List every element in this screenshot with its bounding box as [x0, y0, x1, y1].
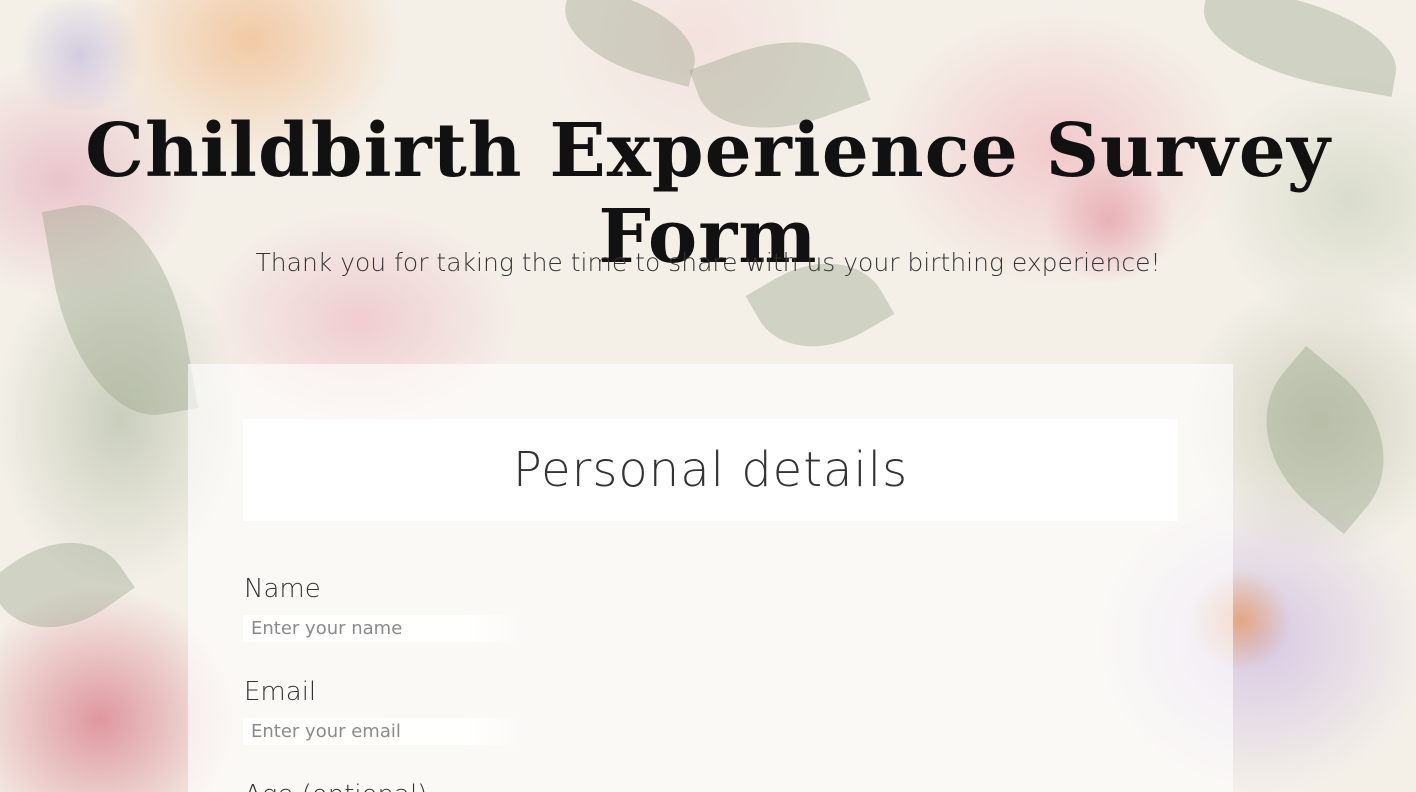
name-label: Name: [244, 574, 321, 604]
email-label: Email: [244, 677, 317, 707]
page-subtitle: Thank you for taking the time to share w…: [255, 248, 1161, 277]
email-input[interactable]: [243, 718, 523, 745]
age-label: Age (optional): [244, 780, 427, 792]
background-flower: [0, 0, 160, 110]
background-leaf: [1228, 345, 1416, 535]
section-header: Personal details: [243, 419, 1178, 521]
background-leaf: [0, 513, 135, 657]
name-input[interactable]: [243, 615, 523, 642]
survey-form-card: Personal details Name Email Age (optiona…: [188, 364, 1233, 792]
background-leaf: [1194, 0, 1406, 97]
background-leaf: [553, 0, 707, 87]
section-heading: Personal details: [512, 442, 909, 498]
